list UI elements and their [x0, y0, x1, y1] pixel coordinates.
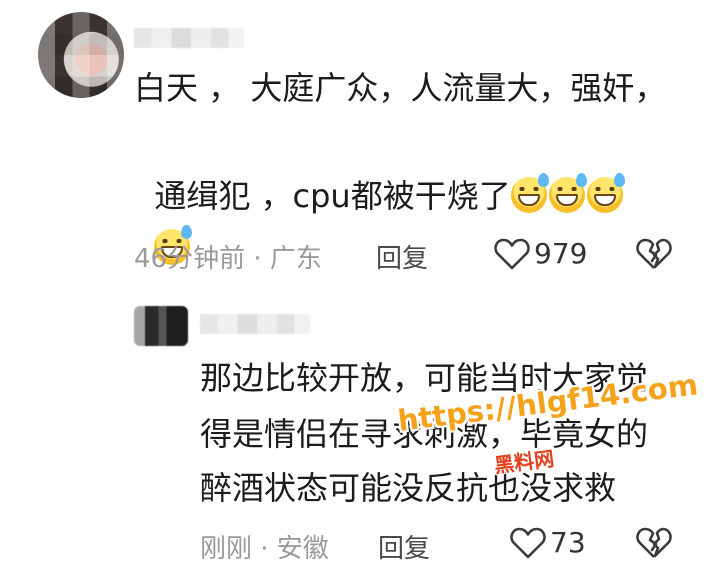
reply-button[interactable]: 回复 [378, 528, 430, 565]
heart-icon[interactable] [510, 527, 546, 559]
like-count: 979 [534, 237, 588, 270]
like-count: 73 [550, 526, 586, 559]
avatar[interactable] [134, 306, 188, 346]
heart-icon[interactable] [494, 238, 530, 270]
comment-time-location: 46分钟前 · 广东 [134, 244, 322, 274]
sweat-grin-emoji-icon [548, 173, 587, 213]
reply-time-location: 刚刚 · 安徽 [200, 534, 329, 564]
username-blurred[interactable] [134, 28, 244, 48]
broken-heart-icon[interactable] [636, 527, 672, 559]
comment-text-line-1: 白天 ， 大庭广众，人流量大，强奸， [134, 69, 667, 107]
comment-text-line-2: 通缉犯 ，cpu都被干烧了 [134, 118, 625, 222]
avatar[interactable] [38, 12, 124, 98]
broken-heart-icon[interactable] [636, 238, 672, 270]
sweat-grin-emoji-icon [510, 173, 549, 213]
reply-button[interactable]: 回复 [376, 238, 428, 275]
username-blurred[interactable] [200, 314, 310, 334]
sweat-grin-emoji-icon [586, 173, 625, 213]
comment-text-line-2-text: 通缉犯 ，cpu都被干烧了 [154, 177, 511, 215]
